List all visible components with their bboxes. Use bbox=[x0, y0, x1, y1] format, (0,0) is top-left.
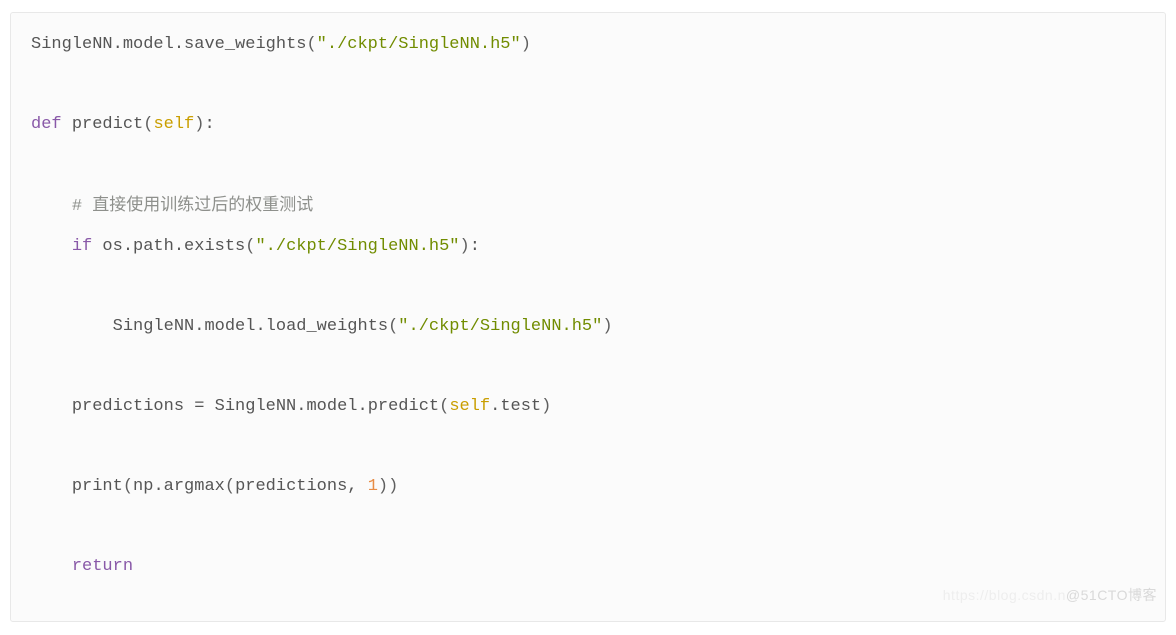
code-token: , bbox=[347, 477, 357, 496]
code-content: SingleNN.model.save_weights("./ckpt/Sing… bbox=[31, 25, 1145, 587]
code-line: SingleNN.model.load_weights("./ckpt/Sing… bbox=[31, 307, 1145, 347]
code-line bbox=[31, 267, 1145, 307]
code-token: model bbox=[123, 35, 174, 54]
code-token: return bbox=[72, 557, 133, 576]
code-token: . bbox=[153, 477, 163, 496]
code-token: "./ckpt/SingleNN.h5" bbox=[317, 35, 521, 54]
code-token: ) bbox=[194, 115, 204, 134]
code-line bbox=[31, 65, 1145, 105]
code-token: SingleNN bbox=[31, 35, 113, 54]
code-token: predictions bbox=[72, 397, 184, 416]
code-line: print(np.argmax(predictions, 1)) bbox=[31, 467, 1145, 507]
code-token: print bbox=[72, 477, 123, 496]
code-token: if bbox=[72, 237, 92, 256]
code-token: ) bbox=[378, 477, 388, 496]
code-token: ( bbox=[245, 237, 255, 256]
code-line: # 直接使用训练过后的权重测试 bbox=[31, 185, 1145, 227]
code-token: . bbox=[123, 237, 133, 256]
code-line: SingleNN.model.save_weights("./ckpt/Sing… bbox=[31, 25, 1145, 65]
code-token bbox=[184, 397, 194, 416]
code-block: SingleNN.model.save_weights("./ckpt/Sing… bbox=[10, 12, 1166, 622]
code-line bbox=[31, 427, 1145, 467]
code-token: ) bbox=[541, 397, 551, 416]
code-token: test bbox=[500, 397, 541, 416]
code-token: . bbox=[490, 397, 500, 416]
code-token: . bbox=[255, 317, 265, 336]
code-token: ) bbox=[521, 35, 531, 54]
code-token: ) bbox=[602, 317, 612, 336]
code-token: SingleNN bbox=[215, 397, 297, 416]
code-token: ( bbox=[306, 35, 316, 54]
code-token: . bbox=[174, 237, 184, 256]
code-token: load_weights bbox=[266, 317, 388, 336]
code-token: ( bbox=[439, 397, 449, 416]
code-token: ) bbox=[388, 477, 398, 496]
code-token: os bbox=[102, 237, 122, 256]
code-token: path bbox=[133, 237, 174, 256]
code-token: ) bbox=[460, 237, 470, 256]
code-line: def predict(self): bbox=[31, 105, 1145, 145]
code-token bbox=[357, 477, 367, 496]
code-token: model bbox=[204, 317, 255, 336]
code-token: 直接使用训练过后的权重测试 bbox=[92, 195, 313, 214]
code-token bbox=[62, 115, 72, 134]
code-token: argmax bbox=[164, 477, 225, 496]
code-token: exists bbox=[184, 237, 245, 256]
code-line: if os.path.exists("./ckpt/SingleNN.h5"): bbox=[31, 227, 1145, 267]
code-line: predictions = SingleNN.model.predict(sel… bbox=[31, 387, 1145, 427]
watermark-url: https://blog.csdn.n bbox=[943, 587, 1066, 603]
code-token: ( bbox=[123, 477, 133, 496]
code-token: 1 bbox=[368, 477, 378, 496]
code-token: # bbox=[72, 197, 92, 216]
code-line bbox=[31, 507, 1145, 547]
code-token: predict bbox=[72, 115, 143, 134]
code-token: self bbox=[449, 397, 490, 416]
code-token: : bbox=[204, 115, 214, 134]
code-token: self bbox=[153, 115, 194, 134]
code-token bbox=[92, 237, 102, 256]
code-token: . bbox=[113, 35, 123, 54]
code-token: predictions bbox=[235, 477, 347, 496]
code-token: SingleNN bbox=[113, 317, 195, 336]
code-token: np bbox=[133, 477, 153, 496]
code-token bbox=[204, 397, 214, 416]
code-token: . bbox=[174, 35, 184, 54]
code-token: def bbox=[31, 115, 62, 134]
watermark-text: @51CTO博客 bbox=[1066, 587, 1157, 603]
code-line bbox=[31, 347, 1145, 387]
code-token: ( bbox=[388, 317, 398, 336]
code-token: = bbox=[194, 397, 204, 416]
code-token: predict bbox=[368, 397, 439, 416]
code-token: ( bbox=[143, 115, 153, 134]
code-token: . bbox=[194, 317, 204, 336]
code-token: model bbox=[306, 397, 357, 416]
code-token: ( bbox=[225, 477, 235, 496]
code-line bbox=[31, 145, 1145, 185]
code-line: return bbox=[31, 547, 1145, 587]
code-token: . bbox=[357, 397, 367, 416]
code-token: : bbox=[470, 237, 480, 256]
code-token: . bbox=[296, 397, 306, 416]
code-token: "./ckpt/SingleNN.h5" bbox=[255, 237, 459, 256]
code-token: "./ckpt/SingleNN.h5" bbox=[398, 317, 602, 336]
code-token: save_weights bbox=[184, 35, 306, 54]
